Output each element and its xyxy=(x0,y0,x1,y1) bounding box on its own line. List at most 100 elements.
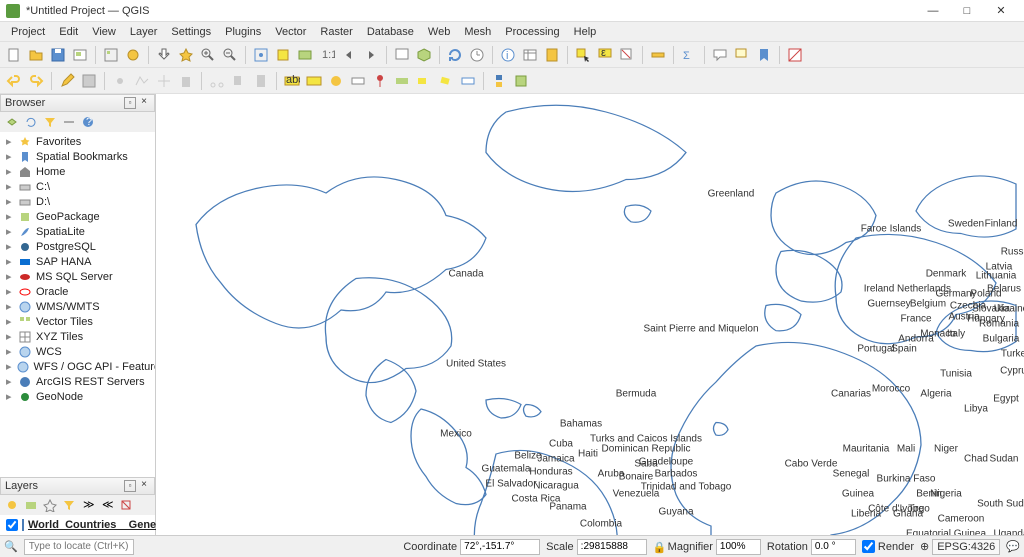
new-project-icon[interactable] xyxy=(4,45,24,65)
properties-icon[interactable]: ? xyxy=(80,114,96,130)
vertex-tool-icon[interactable] xyxy=(132,71,152,91)
measure-icon[interactable] xyxy=(648,45,668,65)
browser-item[interactable]: ▸GeoPackage xyxy=(2,209,153,224)
browser-item[interactable]: ▸Vector Tiles xyxy=(2,314,153,329)
layer-style-icon[interactable] xyxy=(4,497,20,513)
zoom-layer-icon[interactable] xyxy=(295,45,315,65)
zoom-in-icon[interactable] xyxy=(198,45,218,65)
browser-item[interactable]: ▸C:\ xyxy=(2,179,153,194)
new-3d-view-icon[interactable] xyxy=(414,45,434,65)
move-label-icon[interactable] xyxy=(414,71,434,91)
redo-icon[interactable] xyxy=(26,71,46,91)
zoom-native-icon[interactable]: 1:1 xyxy=(317,45,337,65)
maximize-button[interactable]: □ xyxy=(950,1,984,21)
browser-item[interactable]: ▸WCS xyxy=(2,344,153,359)
rotate-label-icon[interactable] xyxy=(436,71,456,91)
crs-button[interactable]: EPSG:4326 xyxy=(932,539,1000,555)
browser-item[interactable]: ▸GeoNode xyxy=(2,389,153,404)
save-edits-icon[interactable] xyxy=(79,71,99,91)
bookmark-icon[interactable] xyxy=(754,45,774,65)
toggle-editing-icon[interactable] xyxy=(57,71,77,91)
browser-item[interactable]: ▸Home xyxy=(2,164,153,179)
pan-to-selection-icon[interactable] xyxy=(176,45,196,65)
messages-icon[interactable]: 💬 xyxy=(1006,540,1020,553)
manage-themes-icon[interactable] xyxy=(42,497,58,513)
scale-input[interactable] xyxy=(577,539,647,555)
menu-project[interactable]: Project xyxy=(4,24,52,40)
copy-icon[interactable] xyxy=(229,71,249,91)
locator-input[interactable] xyxy=(24,539,134,555)
remove-layer-icon[interactable] xyxy=(118,497,134,513)
collapse-all-icon[interactable]: ≪ xyxy=(99,497,115,513)
refresh-browser-icon[interactable] xyxy=(23,114,39,130)
browser-item[interactable]: ▸SpatiaLite xyxy=(2,224,153,239)
browser-item[interactable]: ▸XYZ Tiles xyxy=(2,329,153,344)
select-by-value-icon[interactable]: ε xyxy=(595,45,615,65)
menu-settings[interactable]: Settings xyxy=(164,24,218,40)
menu-help[interactable]: Help xyxy=(567,24,604,40)
diagram-icon[interactable] xyxy=(326,71,346,91)
annotation-icon[interactable] xyxy=(732,45,752,65)
new-print-layout-icon[interactable] xyxy=(70,45,90,65)
new-map-view-icon[interactable] xyxy=(392,45,412,65)
menu-processing[interactable]: Processing xyxy=(498,24,566,40)
menu-raster[interactable]: Raster xyxy=(313,24,359,40)
show-label-icon[interactable] xyxy=(392,71,412,91)
browser-item[interactable]: ▸WFS / OGC API - Features xyxy=(2,359,153,374)
menu-edit[interactable]: Edit xyxy=(52,24,85,40)
move-feature-icon[interactable] xyxy=(154,71,174,91)
add-group-icon[interactable] xyxy=(23,497,39,513)
plugin-manager-icon[interactable] xyxy=(511,71,531,91)
abc-rule-icon[interactable] xyxy=(304,71,324,91)
browser-undock-icon[interactable]: ▫ xyxy=(124,97,136,109)
style-manager-icon[interactable] xyxy=(123,45,143,65)
pin-label-icon[interactable] xyxy=(370,71,390,91)
field-calc-icon[interactable] xyxy=(542,45,562,65)
browser-item[interactable]: ▸MS SQL Server xyxy=(2,269,153,284)
python-console-icon[interactable] xyxy=(489,71,509,91)
zoom-next-icon[interactable] xyxy=(361,45,381,65)
change-label-icon[interactable] xyxy=(458,71,478,91)
expand-all-icon[interactable]: ≫ xyxy=(80,497,96,513)
save-project-icon[interactable] xyxy=(48,45,68,65)
layers-tree[interactable]: World_Countries__Generalized_ xyxy=(0,515,155,535)
render-checkbox[interactable] xyxy=(862,540,875,553)
close-button[interactable]: ✕ xyxy=(984,1,1018,21)
abc-label-icon[interactable]: abc xyxy=(282,71,302,91)
zoom-full-icon[interactable] xyxy=(251,45,271,65)
browser-close-icon[interactable]: × xyxy=(138,97,150,109)
menu-web[interactable]: Web xyxy=(421,24,457,40)
maptips-icon[interactable] xyxy=(710,45,730,65)
magnifier-input[interactable] xyxy=(716,539,761,555)
browser-item[interactable]: ▸ArcGIS REST Servers xyxy=(2,374,153,389)
refresh-icon[interactable] xyxy=(445,45,465,65)
layer-checkbox[interactable] xyxy=(6,519,18,531)
browser-item[interactable]: ▸Spatial Bookmarks xyxy=(2,149,153,164)
open-project-icon[interactable] xyxy=(26,45,46,65)
undo-icon[interactable] xyxy=(4,71,24,91)
add-layer-icon[interactable] xyxy=(4,114,20,130)
delete-selected-icon[interactable] xyxy=(176,71,196,91)
browser-item[interactable]: ▸Favorites xyxy=(2,134,153,149)
crs-icon[interactable]: ⊕ xyxy=(920,540,929,553)
pan-icon[interactable] xyxy=(154,45,174,65)
no-georef-icon[interactable] xyxy=(785,45,805,65)
rotation-input[interactable] xyxy=(811,539,856,555)
layers-undock-icon[interactable]: ▫ xyxy=(124,480,136,492)
collapse-all-icon[interactable] xyxy=(61,114,77,130)
browser-item[interactable]: ▸PostgreSQL xyxy=(2,239,153,254)
menu-database[interactable]: Database xyxy=(360,24,421,40)
add-feature-icon[interactable] xyxy=(110,71,130,91)
browser-item[interactable]: ▸Oracle xyxy=(2,284,153,299)
browser-item[interactable]: ▸WMS/WMTS xyxy=(2,299,153,314)
zoom-selection-icon[interactable] xyxy=(273,45,293,65)
cut-icon[interactable] xyxy=(207,71,227,91)
filter-legend-icon[interactable] xyxy=(61,497,77,513)
menu-vector[interactable]: Vector xyxy=(268,24,313,40)
lock-icon[interactable]: 🔒 xyxy=(653,541,665,553)
highlight-label-icon[interactable] xyxy=(348,71,368,91)
menu-plugins[interactable]: Plugins xyxy=(218,24,268,40)
attr-table-icon[interactable] xyxy=(520,45,540,65)
statistics-icon[interactable]: Σ xyxy=(679,45,699,65)
filter-browser-icon[interactable] xyxy=(42,114,58,130)
